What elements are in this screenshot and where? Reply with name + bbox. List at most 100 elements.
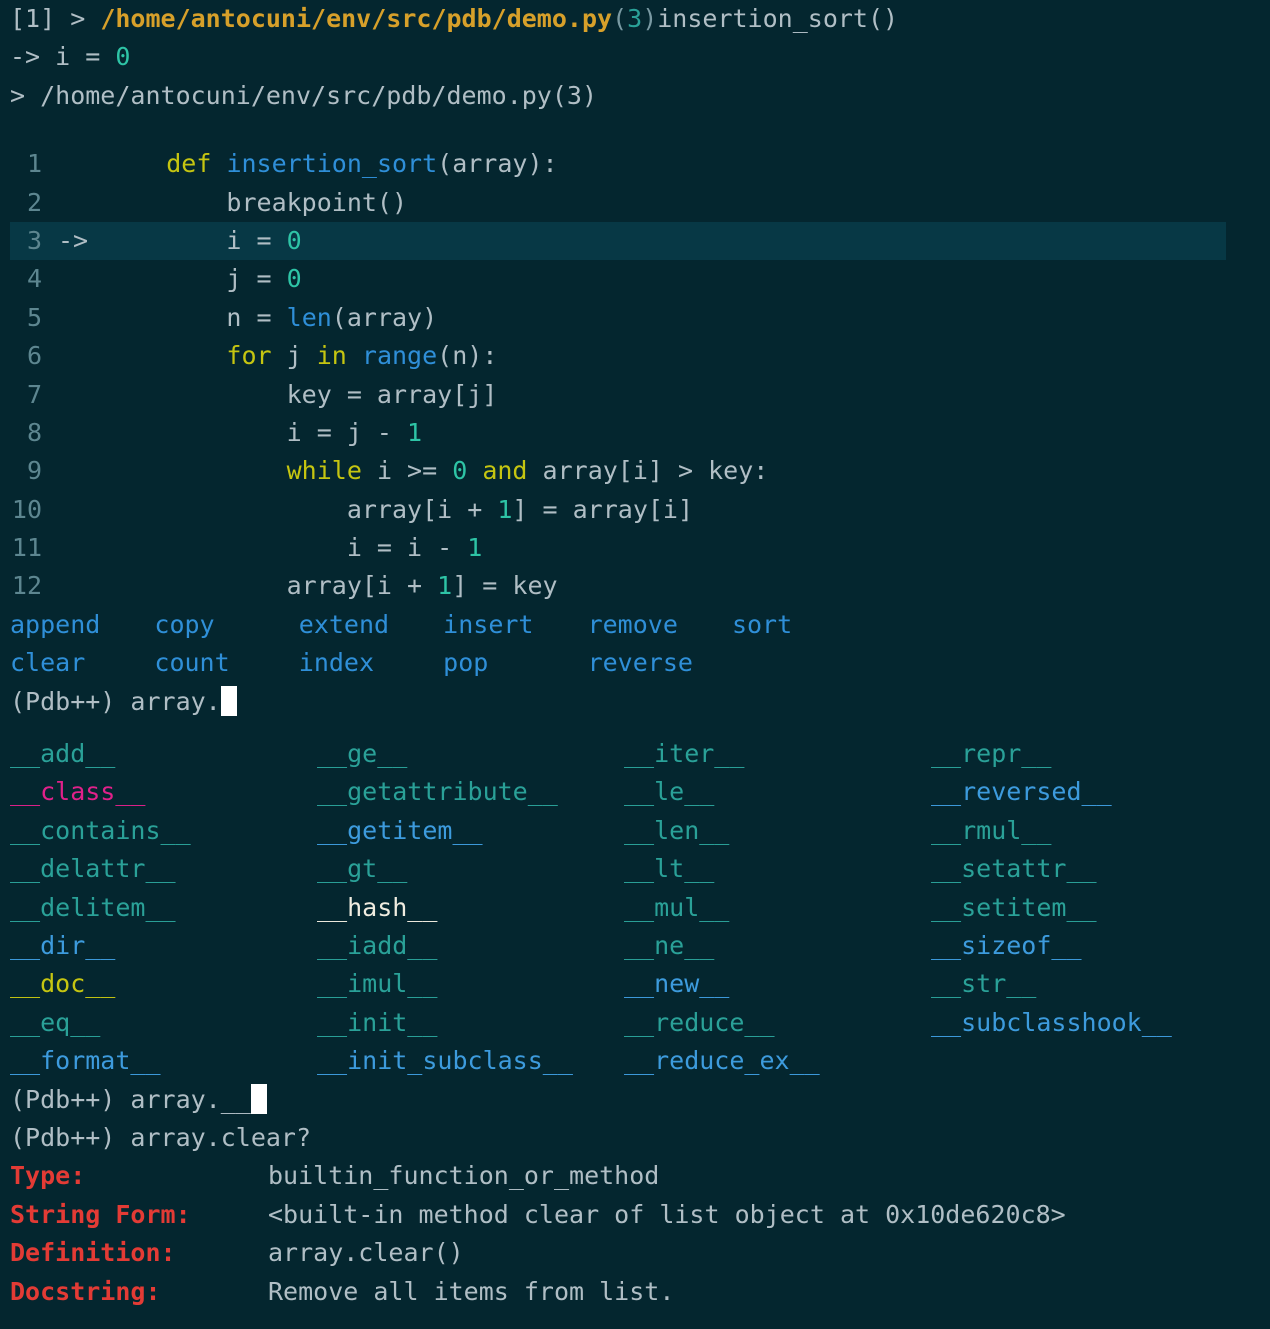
completion-item-dunder[interactable]: __iadd__: [317, 927, 624, 965]
completion-item-dunder[interactable]: __add__: [10, 735, 317, 773]
completion-item-dunder[interactable]: __ne__: [624, 927, 931, 965]
pdb-prompt-line-3[interactable]: (Pdb++) array.clear?: [0, 1119, 1270, 1157]
code-token: (array):: [437, 149, 558, 179]
completion-row: __dir__ __iadd__ __ne__ __sizeof__: [0, 927, 1270, 965]
source-line-current: 3 -> i = 0: [0, 221, 1270, 261]
completion-item-dunder[interactable]: __repr__: [931, 735, 1238, 773]
completion-item-method[interactable]: insert: [443, 606, 587, 644]
completion-item-dunder[interactable]: __delattr__: [10, 850, 317, 888]
code-token: j: [271, 341, 317, 371]
lineno-open-paren: (: [612, 4, 628, 33]
completion-item-dunder[interactable]: __lt__: [624, 850, 931, 888]
pdb-input-3[interactable]: array.clear?: [130, 1123, 311, 1152]
completion-item-dunder[interactable]: __init__: [317, 1004, 624, 1042]
completion-item-dunder[interactable]: __eq__: [10, 1004, 317, 1042]
source-code-text: n = len(array): [106, 303, 437, 332]
completion-item-dunder[interactable]: __getattribute__: [317, 773, 624, 811]
code-token: len: [286, 302, 332, 332]
completion-row: __contains__ __getitem__ __len__ __rmul__: [0, 812, 1270, 850]
code-token: i =: [226, 225, 287, 255]
source-line: 10 array[i + 1] = array[i]: [0, 491, 1270, 529]
code-token: (array): [331, 302, 438, 332]
completion-item-dunder[interactable]: __imul__: [317, 965, 624, 1003]
completion-item-method[interactable]: extend: [299, 606, 443, 644]
pdb-prompt-line-1[interactable]: (Pdb++) array.: [0, 683, 1270, 721]
code-token: 1: [407, 417, 423, 447]
spacer-before-dunders: [0, 721, 1270, 735]
source-listing: 1 def insertion_sort(array): 2 breakpoint…: [0, 145, 1270, 606]
line-number: 6: [26, 341, 42, 371]
completion-item-dunder[interactable]: __iter__: [624, 735, 931, 773]
line-number: 5: [26, 302, 42, 332]
pdb-prompt-line-2[interactable]: (Pdb++) array.__: [0, 1081, 1270, 1119]
source-line: 4 j = 0: [0, 260, 1270, 298]
completion-item-dunder[interactable]: __len__: [624, 812, 931, 850]
completion-item-dunder[interactable]: __subclasshook__: [931, 1004, 1238, 1042]
completion-row: __class__ __getattribute__ __le__ __reverse…: [0, 773, 1270, 811]
completion-item-dunder[interactable]: __format__: [10, 1042, 317, 1080]
pdb-prompt-3: (Pdb++): [10, 1122, 131, 1152]
spacer-after-header: [0, 115, 1270, 129]
line-number: 3: [26, 225, 42, 255]
code-token: while: [286, 456, 362, 486]
help-field-row: Type: builtin_function_or_method: [0, 1157, 1270, 1195]
help-field-label: Type:: [10, 1161, 86, 1191]
completion-item-dunder[interactable]: __reduce_ex__: [624, 1042, 931, 1080]
source-line: 6 for j in range(n):: [0, 337, 1270, 375]
completion-item-dunder[interactable]: __reversed__: [931, 773, 1238, 811]
current-source-line: -> i = 0: [0, 38, 1270, 76]
completion-item-dunder[interactable]: __delitem__: [10, 889, 317, 927]
completion-item-method[interactable]: remove: [588, 606, 732, 644]
help-field-row: String Form: <built-in method clear of li…: [0, 1196, 1270, 1234]
completion-item-method[interactable]: count: [154, 644, 298, 682]
completion-item-method[interactable]: reverse: [588, 644, 732, 682]
code-token: (n):: [437, 341, 498, 371]
completion-item-method[interactable]: index: [299, 644, 443, 682]
pdb-input-2[interactable]: array.__: [130, 1085, 250, 1114]
completion-item-dunder[interactable]: __str__: [931, 965, 1238, 1003]
completion-item-dunder[interactable]: __class__: [10, 773, 317, 811]
source-line: 12 array[i + 1] = key: [0, 567, 1270, 605]
completion-item-dunder[interactable]: __doc__: [10, 965, 317, 1003]
completion-item-dunder[interactable]: __sizeof__: [931, 927, 1238, 965]
completion-item-dunder[interactable]: __new__: [624, 965, 931, 1003]
source-code-text: def insertion_sort(array):: [106, 149, 558, 179]
completion-item-dunder[interactable]: __reduce__: [624, 1004, 931, 1042]
completion-item-dunder[interactable]: __contains__: [10, 812, 317, 850]
completion-item-method[interactable]: pop: [443, 644, 587, 682]
completion-item-dunder[interactable]: __setattr__: [931, 850, 1238, 888]
code-token: key = array[j]: [286, 379, 498, 409]
completion-item-dunder[interactable]: __le__: [624, 773, 931, 811]
code-token: i = i -: [346, 533, 468, 563]
completion-item-dunder[interactable]: __dir__: [10, 927, 317, 965]
completion-item-dunder[interactable]: __init_subclass__: [317, 1042, 624, 1080]
completion-dunders-list[interactable]: __add__ __ge__ __iter__ __repr__ __class__ __…: [0, 735, 1270, 1081]
completion-item-dunder[interactable]: __mul__: [624, 889, 931, 927]
code-token: array[i +: [286, 571, 438, 601]
code-token: in: [316, 341, 347, 371]
help-field-value: Remove all items from list.: [268, 1276, 675, 1306]
pdb-input-1[interactable]: array.: [130, 687, 220, 716]
completion-item-method[interactable]: sort: [732, 606, 876, 644]
completion-item-dunder[interactable]: __hash__: [317, 889, 624, 927]
completion-item-dunder[interactable]: __rmul__: [931, 812, 1238, 850]
completion-item-dunder[interactable]: __setitem__: [931, 889, 1238, 927]
completion-item-dunder[interactable]: __getitem__: [317, 812, 624, 850]
text-cursor-2: [250, 1083, 267, 1114]
completion-methods-list[interactable]: append copy extend insert remove sort clear cou…: [0, 606, 1270, 683]
completion-item-method[interactable]: clear: [10, 644, 154, 682]
help-field-value: builtin_function_or_method: [268, 1161, 660, 1191]
completion-item-dunder[interactable]: __gt__: [317, 850, 624, 888]
completion-item-method[interactable]: append: [10, 606, 154, 644]
completion-row: clear count index pop reverse: [0, 644, 1270, 682]
file-path: /home/antocuni/env/src/pdb/demo.py: [100, 4, 613, 33]
help-field-row: Definition: array.clear(): [0, 1234, 1270, 1272]
terminal-window: [1] > /home/antocuni/env/src/pdb/demo.py…: [0, 0, 1270, 1329]
completion-item-dunder[interactable]: __ge__: [317, 735, 624, 773]
code-token: array[i] > key:: [527, 456, 769, 486]
pdb-prompt-1: (Pdb++): [10, 686, 131, 716]
code-token: and: [482, 456, 528, 486]
completion-item-method[interactable]: copy: [154, 606, 298, 644]
code-token: insertion_sort: [226, 149, 438, 179]
